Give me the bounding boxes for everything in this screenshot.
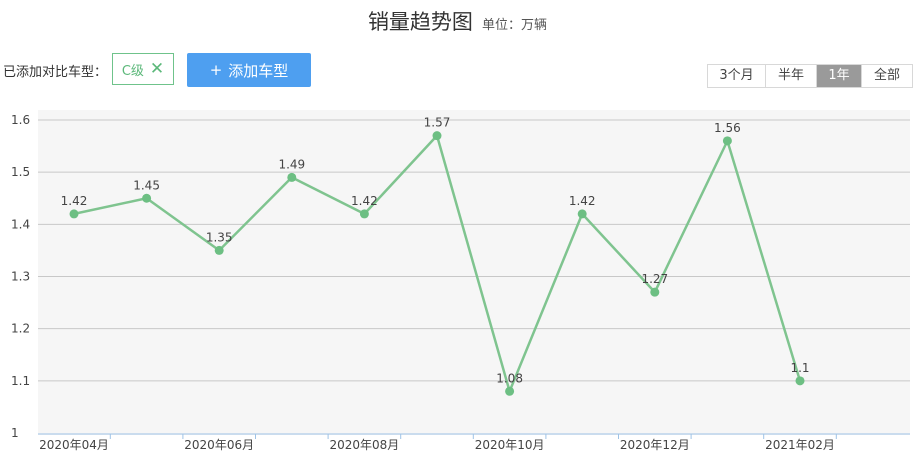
data-label: 1.42 [569,194,596,208]
page-title: 销量趋势图 [367,10,473,34]
range-3-months-button[interactable]: 3个月 [708,65,766,87]
data-label: 1.35 [206,230,233,244]
compare-model-tag: C级 ✕ [112,53,174,85]
plus-icon: + [209,61,223,79]
data-label: 1.42 [61,194,88,208]
add-model-button[interactable]: + 添加车型 [187,53,311,87]
y-tick-label: 1.6 [11,113,30,127]
x-tick-label: 2020年10月 [475,438,545,452]
data-label: 1.27 [641,272,668,286]
data-label: 1.1 [790,361,809,375]
data-label: 1.42 [351,194,378,208]
data-point [795,376,805,386]
data-point [69,209,79,219]
x-tick-label: 2020年06月 [184,438,254,452]
data-label: 1.08 [496,371,523,385]
sales-trend-chart: 11.11.21.31.41.51.6 2020年04月 2020年06月 2020… [11,110,910,452]
range-1-year-button[interactable]: 1年 [817,65,862,87]
y-tick-label: 1 [11,426,19,440]
data-point [505,386,515,396]
unit-label: 单位：万辆 [482,18,548,33]
compare-label: 已添加对比车型： [3,65,108,80]
model-tag-label: C级 [121,63,144,79]
data-label: 1.45 [133,178,160,192]
data-label: 1.57 [424,116,451,130]
range-half-year-button[interactable]: 半年 [766,65,817,87]
data-point [287,172,297,182]
data-point [142,193,152,203]
add-model-button-label: 添加车型 [228,61,289,80]
x-tick-label: 2020年04月 [39,438,109,452]
close-icon[interactable]: ✕ [150,60,164,78]
data-point [214,245,224,255]
x-tick-label: 2020年08月 [329,438,399,452]
range-all-button[interactable]: 全部 [862,65,912,87]
data-point [432,131,442,141]
data-point [650,287,660,297]
chart-header: 销量趋势图 单位：万辆 [0,6,915,36]
y-tick-label: 1.5 [11,165,30,179]
y-tick-label: 1.1 [11,374,30,388]
y-tick-label: 1.3 [11,270,30,284]
data-label: 1.49 [278,157,305,171]
y-tick-label: 1.4 [11,217,30,231]
x-tick-label: 2020年12月 [620,438,690,452]
data-point [359,209,369,219]
y-tick-label: 1.2 [11,322,30,336]
x-tick-label: 2021年02月 [765,438,835,452]
data-point [722,136,732,146]
x-axis: 2020年04月 2020年06月 2020年08月 2020年10月 2020年12月… [38,433,910,452]
time-range-selector: 3个月 半年 1年 全部 [707,64,913,88]
plot-background [38,110,910,435]
data-label: 1.56 [714,121,741,135]
y-axis: 1 1.1 1.2 1.3 1.4 1.5 1.6 [11,113,30,440]
data-point [577,209,587,219]
